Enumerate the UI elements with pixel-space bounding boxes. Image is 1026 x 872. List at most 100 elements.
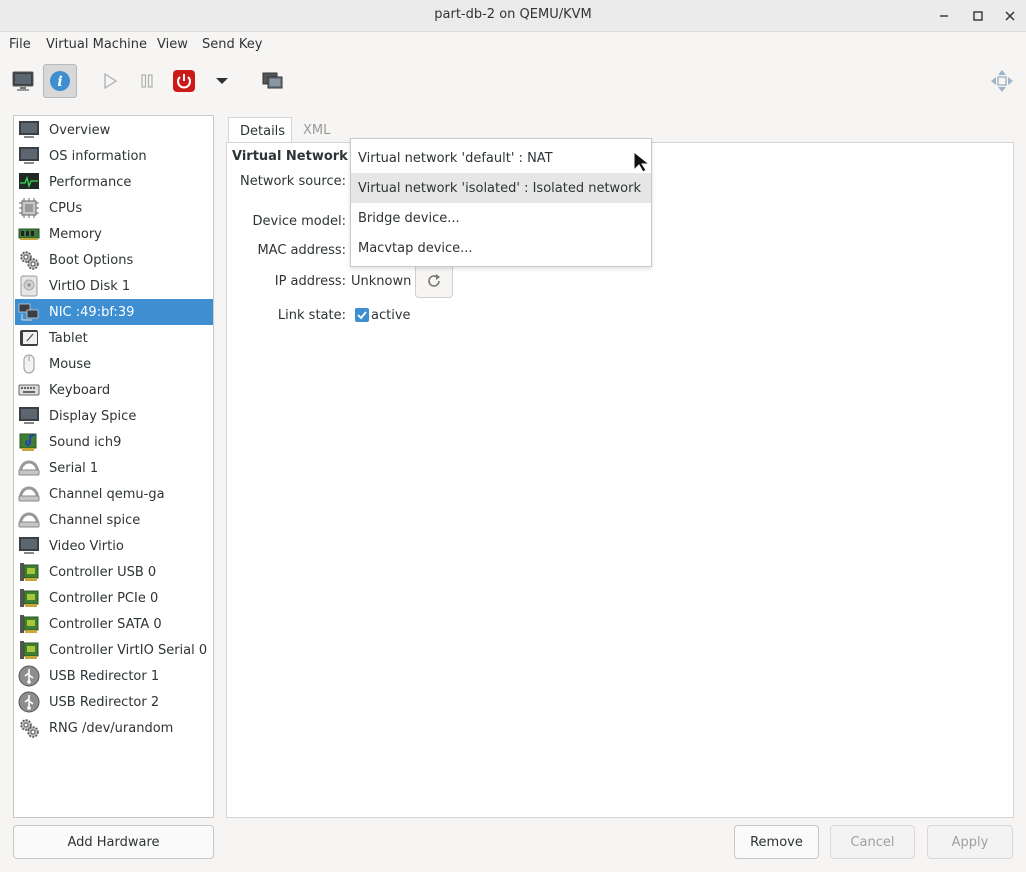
snapshot-icon (262, 72, 283, 89)
window-title: part-db-2 on QEMU/KVM (434, 7, 592, 22)
link-state-label: Link state: (277, 308, 346, 323)
minimize-button[interactable] (934, 6, 954, 26)
sidebar-item-keyboard[interactable]: Keyboard (15, 377, 213, 403)
apply-button[interactable]: Apply (927, 825, 1013, 859)
hardware-list[interactable]: Overview OS information Performance CPUs… (13, 115, 214, 818)
sidebar-item-controller-sata-0[interactable]: Controller SATA 0 (15, 611, 213, 637)
network-option-default[interactable]: Virtual network 'default' : NAT (351, 143, 651, 173)
shutdown-button[interactable] (167, 64, 201, 98)
refresh-icon (428, 274, 440, 287)
sidebar-item-performance[interactable]: Performance (15, 169, 213, 195)
sidebar-item-virtio-disk-1[interactable]: VirtIO Disk 1 (15, 273, 213, 299)
close-button[interactable] (1000, 6, 1020, 26)
link-state-checkbox[interactable] (355, 308, 369, 322)
sidebar-item-rng-dev-urandom[interactable]: RNG /dev/urandom (15, 715, 213, 741)
network-option-bridge[interactable]: Bridge device... (351, 203, 651, 233)
refresh-ip-button[interactable] (415, 264, 453, 298)
shutdown-menu-button[interactable] (205, 64, 239, 98)
ip-address-value: Unknown (351, 274, 412, 289)
cpu-icon (18, 197, 40, 219)
toolbar: i (0, 58, 1026, 104)
menu-view[interactable]: View (157, 37, 188, 52)
sidebar-item-channel-qemu-ga[interactable]: Channel qemu-ga (15, 481, 213, 507)
details-button[interactable]: i (43, 64, 77, 98)
console-button[interactable] (6, 64, 40, 98)
disk-icon (18, 275, 40, 297)
sidebar-item-overview[interactable]: Overview (15, 117, 213, 143)
remove-button[interactable]: Remove (734, 825, 819, 859)
sidebar-item-usb-redirector-1[interactable]: USB Redirector 1 (15, 663, 213, 689)
sidebar-item-label: Overview (49, 122, 111, 138)
fullscreen-button[interactable] (985, 64, 1019, 98)
monitor-icon (18, 405, 40, 427)
menu-virtual-machine[interactable]: Virtual Machine (46, 37, 147, 52)
link-state-value: active (371, 308, 411, 323)
usb-icon (18, 665, 40, 687)
network-option-isolated[interactable]: Virtual network 'isolated' : Isolated ne… (351, 173, 651, 203)
pause-icon (141, 74, 153, 88)
sidebar-item-label: Keyboard (49, 382, 111, 398)
add-hardware-button[interactable]: Add Hardware (13, 825, 214, 859)
snapshots-button[interactable] (256, 64, 290, 98)
network-option-macvtap[interactable]: Macvtap device... (351, 233, 651, 263)
maximize-button[interactable] (968, 6, 988, 26)
run-button[interactable] (93, 64, 127, 98)
sidebar-item-nic[interactable]: NIC :49:bf:39 (15, 299, 213, 325)
pause-button[interactable] (130, 64, 164, 98)
network-source-dropdown[interactable]: Virtual network 'default' : NAT Virtual … (350, 138, 652, 267)
minimize-icon (940, 15, 948, 17)
sidebar-item-label: VirtIO Disk 1 (49, 278, 131, 294)
sidebar-item-label: Boot Options (49, 252, 134, 268)
sidebar-item-label: Mouse (49, 356, 92, 372)
play-icon (104, 72, 118, 90)
keyboard-icon (18, 379, 40, 401)
sidebar-item-os-information[interactable]: OS information (15, 143, 213, 169)
sidebar-item-usb-redirector-2[interactable]: USB Redirector 2 (15, 689, 213, 715)
serial-icon (18, 483, 40, 505)
tab-details[interactable]: Details (228, 117, 292, 143)
sidebar-item-memory[interactable]: Memory (15, 221, 213, 247)
dropdown-arrow-icon (216, 78, 228, 84)
sidebar-item-controller-virtio-serial-0[interactable]: Controller VirtIO Serial 0 (15, 637, 213, 663)
sidebar-item-label: Memory (49, 226, 102, 242)
controller-card-icon (18, 587, 40, 609)
fullscreen-icon (991, 70, 1013, 92)
tablet-icon (18, 327, 40, 349)
mouse-icon (18, 353, 40, 375)
sidebar-item-boot-options[interactable]: Boot Options (15, 247, 213, 273)
sidebar-item-label: CPUs (49, 200, 83, 216)
sidebar-item-label: RNG /dev/urandom (49, 720, 174, 736)
menu-file[interactable]: File (9, 37, 31, 52)
sound-card-icon (18, 431, 40, 453)
gears-icon (18, 717, 40, 739)
tab-xml[interactable]: XML (292, 117, 342, 143)
sidebar-item-label: USB Redirector 1 (49, 668, 160, 684)
sidebar-item-label: Controller USB 0 (49, 564, 157, 580)
sidebar-item-tablet[interactable]: Tablet (15, 325, 213, 351)
sidebar-item-controller-usb-0[interactable]: Controller USB 0 (15, 559, 213, 585)
svg-text:i: i (57, 74, 62, 90)
sidebar-item-label: Controller SATA 0 (49, 616, 162, 632)
menu-send-key[interactable]: Send Key (202, 37, 262, 52)
sidebar-item-controller-pcie-0[interactable]: Controller PCIe 0 (15, 585, 213, 611)
cancel-button[interactable]: Cancel (830, 825, 915, 859)
monitor-icon (18, 119, 40, 141)
usb-icon (18, 691, 40, 713)
sidebar-item-label: USB Redirector 2 (49, 694, 160, 710)
sidebar-item-label: Controller PCIe 0 (49, 590, 159, 606)
title-bar: part-db-2 on QEMU/KVM (0, 0, 1026, 32)
menu-bar: File Virtual Machine View Send Key (0, 32, 1026, 58)
sidebar-item-sound-ich9[interactable]: Sound ich9 (15, 429, 213, 455)
sidebar-item-display-spice[interactable]: Display Spice (15, 403, 213, 429)
sidebar-item-label: Tablet (49, 330, 88, 346)
sidebar-item-channel-spice[interactable]: Channel spice (15, 507, 213, 533)
sidebar-item-label: Sound ich9 (49, 434, 122, 450)
sidebar-item-label: Channel spice (49, 512, 141, 528)
maximize-icon (973, 11, 983, 21)
sidebar-item-mouse[interactable]: Mouse (15, 351, 213, 377)
sidebar-item-cpus[interactable]: CPUs (15, 195, 213, 221)
sidebar-item-label: Serial 1 (49, 460, 99, 476)
sidebar-item-video-virtio[interactable]: Video Virtio (15, 533, 213, 559)
sidebar-item-serial-1[interactable]: Serial 1 (15, 455, 213, 481)
mac-address-label: MAC address: (257, 243, 346, 258)
